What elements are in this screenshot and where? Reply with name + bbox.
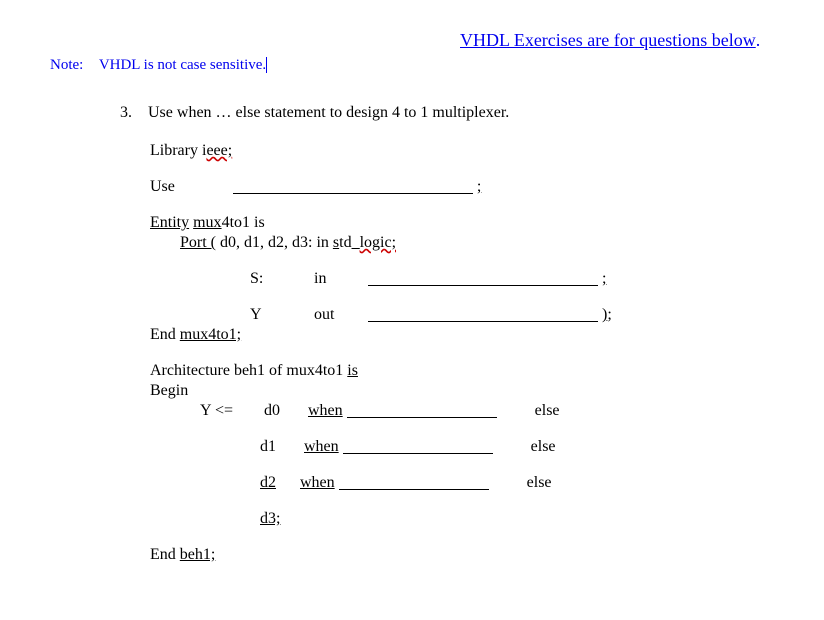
question-number: 3. [120,104,144,122]
sig-y-name: Y [250,306,310,324]
sig-s-dir: in [314,270,364,288]
port-keyword: Port ( [180,234,216,251]
assign-when-0: when [308,402,343,419]
note-line: Note: VHDL is not case sensitive. [50,57,774,74]
port-std-td: td [339,234,351,251]
use-semicolon: ; [477,178,481,195]
code-line-y: Y out ); [250,306,774,324]
arch-header-text: Architecture beh1 of mux4to1 [150,362,347,379]
end-arch-name: beh1; [180,546,216,563]
code-line-end-arch: End beh1; [150,546,774,564]
title-wrap: VHDL Exercises are for questions below. [280,30,774,55]
blank-when-2[interactable] [339,489,489,490]
assign-sig-2: d2 [260,474,276,491]
blank-when-1[interactable] [343,453,493,454]
assign-else-0: else [535,402,560,419]
end-entity-kw: End [150,326,180,343]
code-line-end-entity: End mux4to1; [150,326,774,344]
port-std-underscore: _ [352,234,360,251]
assign-row-2: d2 when else [260,474,774,492]
assign-sig-3: d3; [260,510,280,527]
blank-y-type[interactable] [368,321,598,322]
sig-s-semicolon: ; [602,270,606,287]
note-text: VHDL is not case sensitive [99,57,263,73]
end-entity-name: mux4to1; [180,326,241,343]
assign-row-0: Y <= d0 when else [200,402,774,420]
entity-keyword: Entity [150,214,189,231]
entity-name-ul: mux [193,214,221,231]
title-period: . [756,30,761,50]
assign-sig-0: d0 [264,402,304,420]
blank-when-0[interactable] [347,417,497,418]
assign-row-1: d1 when else [260,438,774,456]
assign-else-2: else [527,474,552,491]
sig-y-tail-semi: ; [607,306,611,323]
library-name-wavy: eee; [206,142,232,159]
code-line-use: Use ; [150,178,774,196]
assign-when-2: when [300,474,335,491]
code-line-arch-header: Architecture beh1 of mux4to1 is [150,362,774,380]
question-block: 3. Use when … else statement to design 4… [120,104,774,564]
port-std-logic: logic; [360,234,396,251]
code-line-begin: Begin [150,382,774,400]
code-line-s: S: in ; [250,270,774,288]
question-prompt-line: 3. Use when … else statement to design 4… [120,104,774,122]
assign-sig-1: d1 [260,438,300,456]
blank-use[interactable] [233,193,473,194]
code-line-library: Library ieee; [150,142,774,160]
page-title: VHDL Exercises are for questions below [460,30,756,51]
sig-y-dir: out [314,306,364,324]
blank-s-type[interactable] [368,285,598,286]
library-keyword: Library [150,142,198,159]
port-signals: d0, d1, d2, d3: in [216,234,333,251]
end-arch-kw: End [150,546,180,563]
arch-header-is: is [347,362,358,379]
entity-name-rest: 4to1 is [222,214,265,231]
assign-lhs: Y <= [200,402,260,420]
assign-when-1: when [304,438,339,455]
note-label: Note: [50,57,83,74]
code-line-entity: Entity mux4to1 is [150,214,774,232]
assign-row-3: d3; [260,510,774,528]
code-line-port: Port ( d0, d1, d2, d3: in std_logic; [180,234,774,252]
sig-s-name: S: [250,270,310,288]
use-keyword: Use [150,178,175,195]
assign-else-1: else [531,438,556,455]
text-cursor: . [262,57,267,73]
begin-kw: Begin [150,382,188,399]
question-prompt: Use when … else statement to design 4 to… [148,104,509,121]
assign-block: Y <= d0 when else d1 when else d2 when el… [150,402,774,528]
